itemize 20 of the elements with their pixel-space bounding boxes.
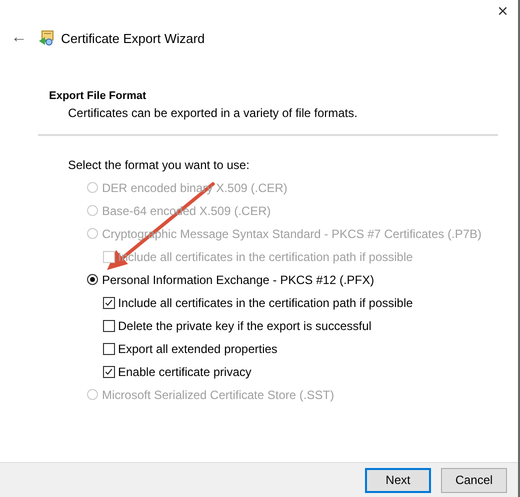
- checkbox[interactable]: [103, 296, 115, 308]
- checkbox-label: Enable certificate privacy: [118, 364, 252, 378]
- format-prompt: Select the format you want to use:: [68, 158, 250, 172]
- wizard-button[interactable]: Cancel: [441, 468, 507, 492]
- close-button[interactable]: ×: [493, 0, 512, 22]
- radio-button[interactable]: [87, 274, 98, 285]
- back-button[interactable]: ←: [7, 29, 31, 47]
- checkbox-label: Include all certificates in the certification path if possible: [118, 296, 413, 310]
- section-description: Certificates can be exported in a variety of file formats.: [67, 106, 358, 120]
- wizard-button[interactable]: Next: [365, 468, 431, 492]
- checkbox[interactable]: [103, 342, 115, 354]
- checkbox[interactable]: [103, 320, 115, 332]
- checkbox-label: Delete the private key if the export is successful: [118, 318, 372, 332]
- checkbox[interactable]: [103, 366, 115, 378]
- radio-label: Personal Information Exchange - PKCS #12 (.PFX): [102, 272, 374, 286]
- checkbox-label: Export all extended properties: [118, 342, 278, 356]
- window-title: Certificate Export Wizard: [61, 30, 205, 46]
- radio-label: Microsoft Serialized Certificate Store (.SST): [102, 388, 334, 402]
- certificate-icon: [37, 29, 55, 47]
- section-heading: Export File Format: [49, 90, 148, 102]
